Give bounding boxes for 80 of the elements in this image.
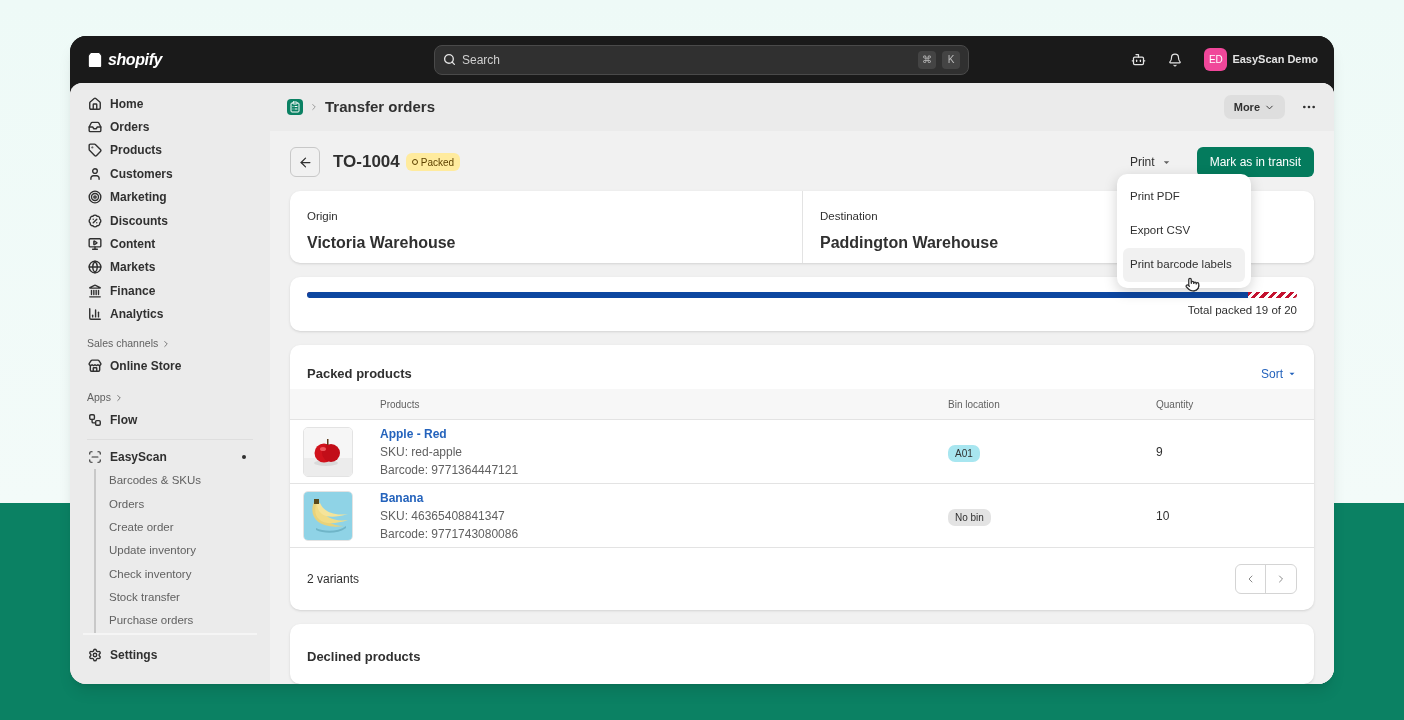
sidebar-subitem[interactable]: Purchase orders <box>109 612 194 630</box>
bank-icon <box>88 283 102 298</box>
sidebar-subitem[interactable]: Stock transfer <box>109 589 180 607</box>
bell-icon[interactable] <box>1168 52 1183 67</box>
person-icon <box>88 166 102 181</box>
settings-icon <box>88 647 102 662</box>
back-button[interactable] <box>290 147 320 177</box>
target-icon <box>88 190 102 205</box>
more-button[interactable]: More <box>1223 95 1285 119</box>
sidebar-item[interactable]: Products <box>110 141 162 160</box>
card-title: Declined products <box>307 649 421 664</box>
workflow-icon <box>88 413 102 427</box>
menu-item[interactable]: Print barcode labels <box>1123 248 1245 282</box>
monitor-icon <box>88 237 102 252</box>
location-label: Origin <box>307 209 339 224</box>
globe-icon <box>88 260 102 275</box>
product-barcode: Barcode: 9771364447121 <box>380 461 520 479</box>
sidebar-item[interactable]: Markets <box>110 258 156 277</box>
section-heading[interactable]: Sales channels <box>87 336 159 352</box>
bar-chart-icon <box>88 307 102 322</box>
sidebar-subitem[interactable]: Create order <box>109 518 174 537</box>
sidebar-item[interactable]: Settings <box>110 645 158 664</box>
product-barcode: Barcode: 9771743080086 <box>380 525 520 543</box>
sidebar-item[interactable]: Home <box>110 94 144 113</box>
shortcut-key: ⌘ <box>918 50 936 69</box>
mark-transit-button[interactable]: Mark as in transit <box>1196 147 1314 177</box>
search-field[interactable]: Search <box>462 50 912 69</box>
scanner-icon <box>88 450 102 465</box>
section-heading[interactable]: Apps <box>87 390 111 407</box>
sidebar-item[interactable]: Flow <box>110 411 138 429</box>
variant-count: 2 variants <box>307 571 361 588</box>
sidebar-item[interactable]: Discounts <box>110 211 168 230</box>
progress-reading: Total packed 19 of 20 <box>1187 303 1297 319</box>
breadcrumb-title[interactable]: Transfer orders <box>325 95 1218 119</box>
bin-badge: No bin <box>948 508 991 526</box>
print-button[interactable]: Print <box>1121 147 1180 177</box>
menu-item[interactable]: Export CSV <box>1123 214 1245 248</box>
store-icon <box>88 358 102 373</box>
sidebar-item[interactable]: EasyScan <box>110 448 234 467</box>
bag-logo-icon <box>86 50 104 69</box>
home-icon <box>88 96 102 111</box>
clipboard-app-icon <box>287 99 303 115</box>
account-name[interactable]: EasyScan Demo <box>1232 51 1318 68</box>
bot-icon[interactable] <box>1131 52 1147 67</box>
bin-badge: A01 <box>948 444 980 462</box>
column-header: Quantity <box>1156 397 1195 412</box>
menu-item[interactable]: Print PDF <box>1123 180 1245 214</box>
product-sku: SKU: 46365408841347 <box>380 507 506 525</box>
order-title: TO-1004 <box>333 151 400 174</box>
logo-text: shopify <box>108 49 163 70</box>
search-icon <box>443 53 456 66</box>
inbox-icon <box>88 120 102 135</box>
quantity-cell-text: 10 <box>1156 507 1171 525</box>
location-name: Victoria Warehouse <box>307 233 457 254</box>
percent-badge-icon <box>88 213 102 228</box>
sidebar-item[interactable]: Orders <box>110 118 150 137</box>
sidebar-subitem[interactable]: Check inventory <box>109 565 192 583</box>
quantity-cell-text: 9 <box>1156 443 1164 461</box>
chevron-right-icon <box>309 102 319 112</box>
sidebar-item[interactable]: Online Store <box>110 356 182 375</box>
location-label: Destination <box>820 209 879 224</box>
sidebar-subitem[interactable]: Orders <box>109 495 145 513</box>
sort-button[interactable]: Sort <box>1261 365 1297 383</box>
product-link[interactable]: Apple - Red <box>380 424 948 443</box>
shortcut-key: K <box>942 50 960 69</box>
sidebar-item[interactable]: Analytics <box>110 305 164 324</box>
status-badge: Packed <box>405 153 461 171</box>
column-header: Products <box>380 397 421 412</box>
product-link[interactable]: Banana <box>380 488 948 507</box>
product-sku: SKU: red-apple <box>380 443 464 461</box>
tag-icon <box>88 143 102 158</box>
column-header: Bin location <box>948 397 1001 412</box>
sidebar-item[interactable]: Marketing <box>110 188 167 207</box>
sidebar-subitem[interactable]: Barcodes & SKUs <box>109 472 202 490</box>
sidebar-item[interactable]: Content <box>110 235 156 254</box>
card-title: Packed products <box>307 364 413 383</box>
sidebar-item[interactable]: Customers <box>110 164 173 183</box>
sidebar-item[interactable]: Finance <box>110 281 156 300</box>
search-bar[interactable]: Search ⌘ K <box>434 44 969 75</box>
sidebar-subitem[interactable]: Update inventory <box>109 542 196 560</box>
